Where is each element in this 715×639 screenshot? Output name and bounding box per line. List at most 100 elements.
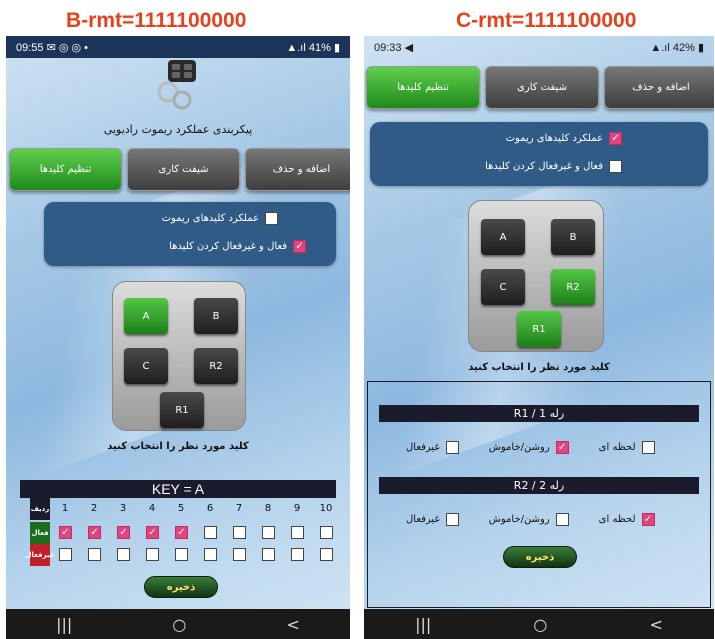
notification-icons: ✉ ◎ ◎ • <box>46 41 89 54</box>
recents-button[interactable]: ||| <box>56 615 72 634</box>
page-title: پیکربندی عملکرد ریموت رادیویی <box>103 123 253 136</box>
active-key-10-checkbox[interactable] <box>320 526 333 539</box>
android-nav-bar: ||| ○ < <box>6 609 350 639</box>
status-left: 09:55 ✉ ◎ ◎ • <box>16 41 88 54</box>
inactive-key-10-checkbox[interactable] <box>320 548 333 561</box>
inactive-key-3-checkbox[interactable] <box>117 548 130 561</box>
relay-1-disabled-checkbox[interactable] <box>445 441 459 454</box>
option-label: فعال و غیرفعال کردن کلیدها <box>169 241 287 252</box>
active-key-7-checkbox[interactable] <box>233 526 246 539</box>
relay-2-options: غیرفعال روشن/خاموش لحظه ای ✓ <box>406 513 655 526</box>
key-r2-button[interactable]: R2 <box>551 269 595 305</box>
select-key-caption: کلید مورد نظر را انتخاب کنید <box>468 362 610 373</box>
grid-column-number: 7 <box>235 503 243 514</box>
wifi-signal-icon: ▲.ıl <box>650 41 673 54</box>
remote-keys-checkbox[interactable]: ✓ <box>609 132 622 145</box>
option-label: عملکرد کلیدهای ریموت <box>161 213 259 224</box>
right-phone-screen: 09:33 ◀ ▲.ıl 42% ▮ تنظیم کلیدها شیفت کار… <box>364 36 714 639</box>
inactive-key-2-checkbox[interactable] <box>88 548 101 561</box>
save-button[interactable]: ذخیره <box>144 576 218 598</box>
enable-disable-checkbox[interactable] <box>609 160 622 173</box>
options-panel: عملکرد کلیدهای ریموت فعال و غیرفعال کردن… <box>44 202 336 266</box>
inactive-key-6-checkbox[interactable] <box>204 548 217 561</box>
active-key-4-checkbox[interactable]: ✓ <box>146 526 159 539</box>
status-right: ▲.ıl 41% ▮ <box>286 41 340 54</box>
battery-level: 41% <box>308 41 331 54</box>
inactive-key-5-checkbox[interactable] <box>175 548 188 561</box>
option-enable-disable-keys[interactable]: فعال و غیرفعال کردن کلیدها <box>485 160 622 173</box>
key-b-button[interactable]: B <box>194 298 238 334</box>
tab-key-settings[interactable]: تنظیم کلیدها <box>366 66 480 109</box>
key-r1-button[interactable]: R1 <box>517 311 561 347</box>
relay-1-title: R1 / 1 رله <box>379 405 699 422</box>
status-bar: 09:55 ✉ ◎ ◎ • ▲.ıl 41% ▮ <box>6 36 350 58</box>
grid-column-number: 9 <box>293 503 301 514</box>
grid-column-number: 4 <box>148 503 156 514</box>
relay-1-options: غیرفعال روشن/خاموش ✓ لحظه ای <box>406 441 655 454</box>
key-b-button[interactable]: B <box>551 219 595 255</box>
active-key-5-checkbox[interactable]: ✓ <box>175 526 188 539</box>
key-c-button[interactable]: C <box>481 269 525 305</box>
remote-keys-checkbox[interactable] <box>265 212 278 225</box>
key-r1-button[interactable]: R1 <box>160 392 204 428</box>
relay-2-onoff-checkbox[interactable] <box>555 513 569 526</box>
option-label: عملکرد کلیدهای ریموت <box>505 133 603 144</box>
option-remote-keys[interactable]: عملکرد کلیدهای ریموت ✓ <box>506 132 622 145</box>
status-time: 09:33 <box>374 41 402 54</box>
key-r2-button[interactable]: R2 <box>194 348 238 384</box>
active-key-9-checkbox[interactable] <box>291 526 304 539</box>
right-screenshot-header: C-rmt=1111100000 <box>456 9 637 32</box>
active-key-2-checkbox[interactable]: ✓ <box>88 526 101 539</box>
battery-icon: ▮ <box>333 41 340 54</box>
inactive-key-9-checkbox[interactable] <box>291 548 304 561</box>
row-label-inactive: غیرفعال <box>25 544 55 566</box>
relay-settings-box: R1 / 1 رله غیرفعال روشن/خاموش ✓ لحظه ای R… <box>367 381 711 608</box>
enable-disable-checkbox[interactable]: ✓ <box>293 240 306 253</box>
relay-2-momentary-label: لحظه ای <box>598 514 636 525</box>
navigation-arrow-icon: ◀ <box>404 41 414 54</box>
option-remote-keys[interactable]: عملکرد کلیدهای ریموت <box>162 212 278 225</box>
key-a-button[interactable]: A <box>124 298 168 334</box>
battery-icon: ▮ <box>697 41 704 54</box>
relay-1-onoff-checkbox[interactable]: ✓ <box>555 441 569 454</box>
key-a-button[interactable]: A <box>481 219 525 255</box>
grid-column-number: 2 <box>90 503 98 514</box>
option-enable-disable-keys[interactable]: فعال و غیرفعال کردن کلیدها ✓ <box>169 240 306 253</box>
active-key-3-checkbox[interactable]: ✓ <box>117 526 130 539</box>
tab-work-shift[interactable]: شیفت کاری <box>127 148 240 191</box>
back-button[interactable]: < <box>649 615 662 634</box>
home-button[interactable]: ○ <box>172 615 186 634</box>
tab-bar: تنظیم کلیدها شیفت کاری اضافه و حذف <box>366 66 714 109</box>
status-left: 09:33 ◀ <box>374 41 413 54</box>
options-panel: عملکرد کلیدهای ریموت ✓ فعال و غیرفعال کر… <box>370 122 708 186</box>
save-button[interactable]: ذخیره <box>503 546 577 568</box>
key-c-button[interactable]: C <box>124 348 168 384</box>
tab-add-remove[interactable]: اضافه و حذف <box>245 148 350 191</box>
active-key-6-checkbox[interactable] <box>204 526 217 539</box>
inactive-key-7-checkbox[interactable] <box>233 548 246 561</box>
android-nav-bar: ||| ○ < <box>364 609 714 639</box>
remote-control-icon <box>157 60 196 110</box>
tab-add-remove[interactable]: اضافه و حذف <box>604 66 714 109</box>
row-label-row: ردیف <box>30 498 50 520</box>
inactive-key-8-checkbox[interactable] <box>262 548 275 561</box>
active-key-1-checkbox[interactable]: ✓ <box>59 526 72 539</box>
relay-2-momentary-checkbox[interactable]: ✓ <box>641 513 655 526</box>
tab-work-shift[interactable]: شیفت کاری <box>485 66 599 109</box>
back-button[interactable]: < <box>286 615 299 634</box>
tab-key-settings[interactable]: تنظیم کلیدها <box>9 148 122 191</box>
key-selector-pad: A B C R2 R1 <box>112 281 246 431</box>
inactive-key-1-checkbox[interactable] <box>59 548 72 561</box>
inactive-key-4-checkbox[interactable] <box>146 548 159 561</box>
key-selector-pad: A B C R2 R1 <box>468 200 604 352</box>
left-phone-screen: 09:55 ✉ ◎ ◎ • ▲.ıl 41% ▮ پیکربندی عملکرد… <box>6 36 350 639</box>
grid-column-number: 10 <box>319 503 333 514</box>
home-button[interactable]: ○ <box>533 615 547 634</box>
relay-1-momentary-checkbox[interactable] <box>641 441 655 454</box>
status-time: 09:55 <box>16 41 44 54</box>
active-key-8-checkbox[interactable] <box>262 526 275 539</box>
relay-2-onoff-label: روشن/خاموش <box>488 514 550 525</box>
recents-button[interactable]: ||| <box>415 615 431 634</box>
relay-2-disabled-checkbox[interactable] <box>445 513 459 526</box>
tab-bar: تنظیم کلیدها شیفت کاری اضافه و حذف <box>9 148 350 191</box>
